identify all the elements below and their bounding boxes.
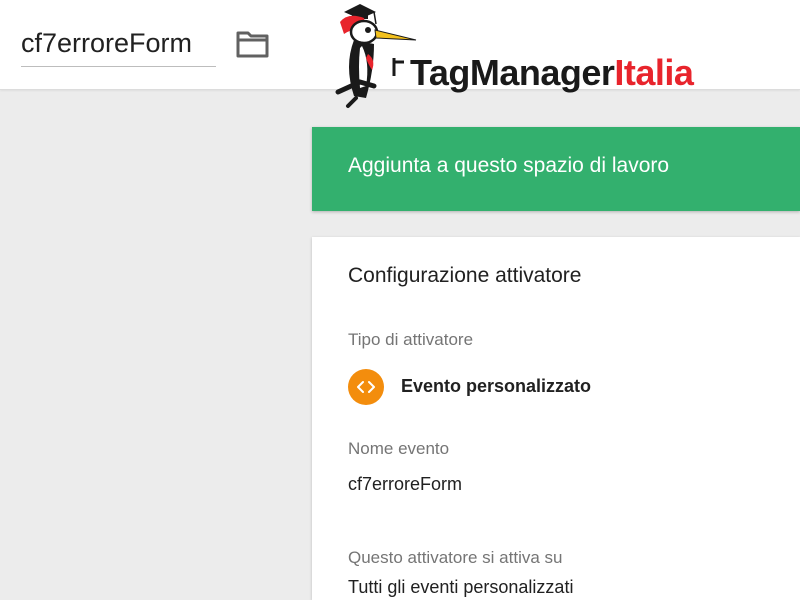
logo-text: TagManagerItalia (410, 51, 694, 95)
trigger-type-value: Evento personalizzato (401, 376, 592, 396)
trigger-configuration-card[interactable]: Configurazione attivatore Tipo di attiva… (312, 237, 800, 600)
code-brackets-icon (348, 369, 384, 405)
card-title: Configurazione attivatore (348, 264, 582, 287)
event-name-value: cf7erroreForm (348, 474, 463, 494)
folder-icon[interactable] (236, 30, 269, 58)
trigger-name-field[interactable]: cf7erroreForm (21, 22, 216, 67)
fires-on-label: Questo attivatore si attiva su (348, 548, 563, 567)
logo-text-black: TagManager (410, 52, 615, 93)
trigger-name-text: cf7erroreForm (21, 28, 193, 58)
fires-on-value: Tutti gli eventi personalizzati (348, 577, 574, 597)
logo-text-red: Italia (614, 52, 694, 93)
trigger-type-label: Tipo di attivatore (348, 330, 474, 349)
event-name-label: Nome evento (348, 439, 450, 458)
add-to-workspace-banner[interactable]: Aggiunta a questo spazio di lavoro (312, 127, 800, 211)
woodpecker-graduate-icon (335, 4, 417, 108)
tagmanageritalia-logo: TagManagerItalia (330, 0, 750, 110)
add-to-workspace-label: Aggiunta a questo spazio di lavoro (348, 154, 670, 177)
